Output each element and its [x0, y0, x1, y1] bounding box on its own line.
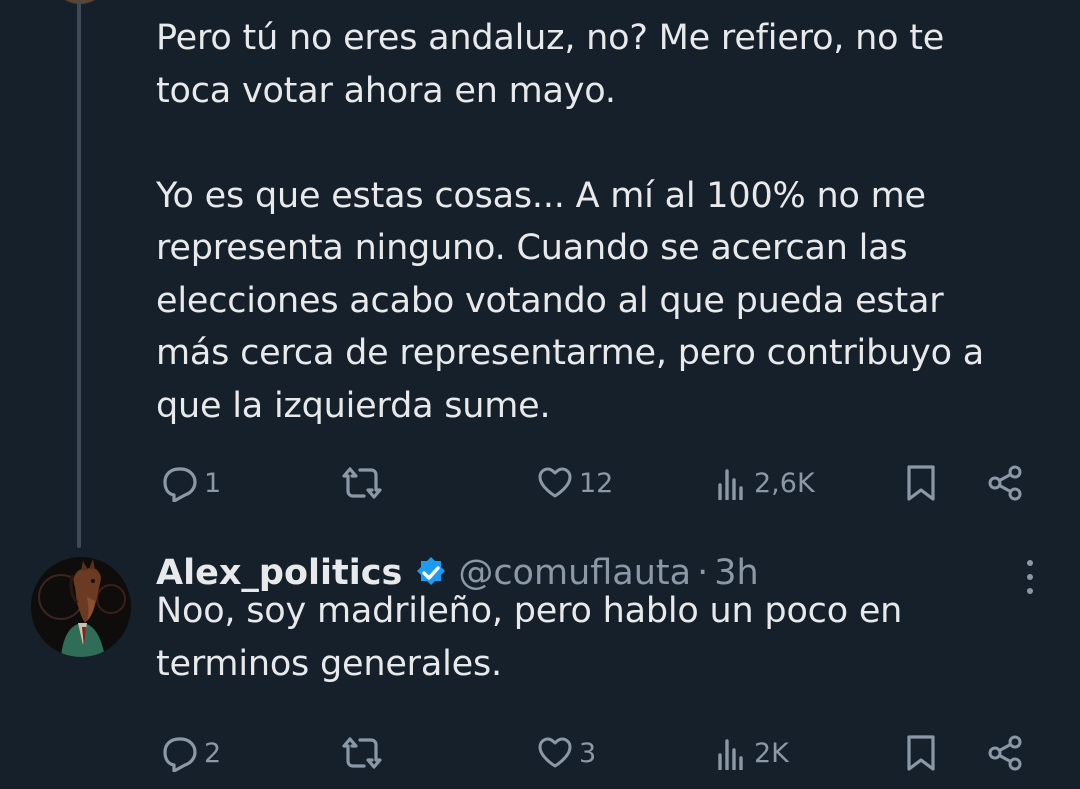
thread-connector-line — [77, 0, 81, 548]
views-button[interactable]: 2K — [716, 733, 789, 773]
heart-icon — [538, 467, 572, 498]
retweet-icon — [342, 467, 382, 499]
views-count: 2,6K — [754, 467, 815, 499]
reply-button[interactable]: 1 — [158, 463, 221, 503]
bookmark-icon — [907, 465, 935, 501]
tweet-action-bar: 2 3 2K — [158, 733, 1028, 773]
retweet-icon — [342, 737, 382, 769]
bookmark-icon — [907, 735, 935, 771]
reply-count: 1 — [204, 467, 222, 499]
reply-icon — [163, 467, 197, 502]
reply-icon — [163, 737, 197, 772]
like-count: 12 — [579, 467, 614, 499]
tweet-text: Noo, soy madrileño, pero hablo un poco e… — [156, 591, 903, 684]
avatar[interactable] — [31, 557, 131, 657]
share-icon — [988, 735, 1022, 771]
views-count: 2K — [754, 737, 789, 769]
reply-count: 2 — [204, 737, 222, 769]
share-icon — [988, 465, 1022, 501]
more-icon-dot — [1027, 574, 1033, 580]
heart-icon — [538, 737, 572, 768]
tweet-action-bar: 1 12 2,6K — [158, 463, 1028, 503]
reply-button[interactable]: 2 — [158, 733, 221, 773]
more-icon — [1027, 560, 1033, 566]
like-count: 3 — [579, 737, 597, 769]
tweet-text: Pero tú no eres andaluz, no? Me refiero,… — [156, 18, 984, 426]
retweet-button[interactable] — [342, 733, 388, 773]
like-button[interactable]: 12 — [537, 463, 613, 503]
like-button[interactable]: 3 — [537, 733, 596, 773]
share-button[interactable] — [986, 733, 1024, 773]
bookmark-button[interactable] — [905, 733, 937, 773]
views-icon — [718, 469, 743, 500]
share-button[interactable] — [986, 463, 1024, 503]
horse-portrait-avatar-image — [31, 557, 131, 657]
retweet-button[interactable] — [342, 463, 388, 503]
bookmark-button[interactable] — [905, 463, 937, 503]
views-icon — [718, 739, 743, 770]
views-button[interactable]: 2,6K — [716, 463, 815, 503]
